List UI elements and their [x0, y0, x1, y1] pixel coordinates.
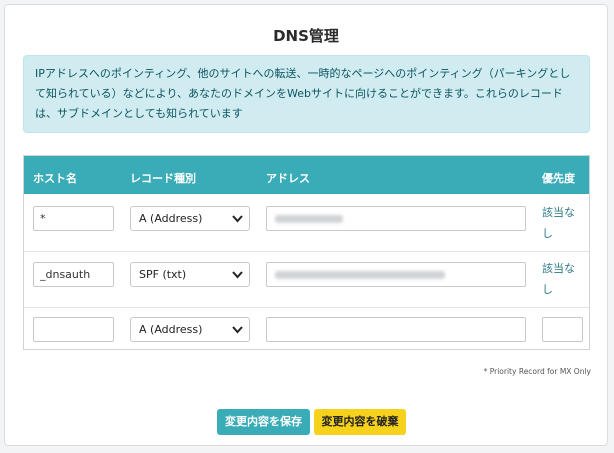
- table-header: ホスト名 レコード種別 アドレス 優先度: [24, 156, 589, 194]
- address-input[interactable]: [266, 206, 526, 231]
- record-type-value: SPF (txt): [139, 268, 187, 281]
- record-type-select[interactable]: SPF (txt): [130, 262, 250, 287]
- host-input[interactable]: [33, 262, 114, 287]
- priority-input[interactable]: [542, 317, 583, 342]
- chevron-down-icon: [232, 215, 243, 223]
- info-alert: IPアドレスへのポインティング、他のサイトへの転送、一時的なページへのポインティ…: [23, 55, 590, 133]
- record-type-select[interactable]: A (Address): [130, 317, 250, 342]
- dns-management-panel: DNS管理 IPアドレスへのポインティング、他のサイトへの転送、一時的なページへ…: [4, 4, 608, 446]
- address-input[interactable]: [266, 262, 526, 287]
- save-changes-button[interactable]: 変更内容を保存: [217, 409, 310, 435]
- record-type-value: A (Address): [139, 212, 203, 225]
- header-host: ホスト名: [33, 172, 77, 185]
- table-row: A (Address): [24, 308, 589, 350]
- priority-note: * Priority Record for MX Only: [483, 367, 591, 376]
- redacted-address: [275, 215, 343, 223]
- priority-value: 該当なし: [542, 206, 575, 240]
- header-priority: 優先度: [542, 172, 575, 185]
- table-row: SPF (txt) 該当なし: [24, 252, 589, 308]
- discard-changes-button[interactable]: 変更内容を破棄: [314, 409, 406, 435]
- record-type-select[interactable]: A (Address): [130, 206, 250, 231]
- address-input[interactable]: [266, 317, 526, 342]
- header-address: アドレス: [266, 172, 310, 185]
- page-title: DNS管理: [273, 27, 339, 45]
- table-row: A (Address) 該当なし: [24, 194, 589, 252]
- priority-value: 該当なし: [542, 262, 575, 296]
- chevron-down-icon: [232, 326, 243, 334]
- dns-records-table: ホスト名 レコード種別 アドレス 優先度 A (Address) 該当なし SP…: [23, 155, 590, 350]
- host-input[interactable]: [33, 317, 114, 342]
- host-input[interactable]: [33, 206, 114, 231]
- redacted-address: [275, 271, 445, 279]
- chevron-down-icon: [232, 271, 243, 279]
- header-record-type: レコード種別: [130, 172, 196, 185]
- record-type-value: A (Address): [139, 323, 203, 336]
